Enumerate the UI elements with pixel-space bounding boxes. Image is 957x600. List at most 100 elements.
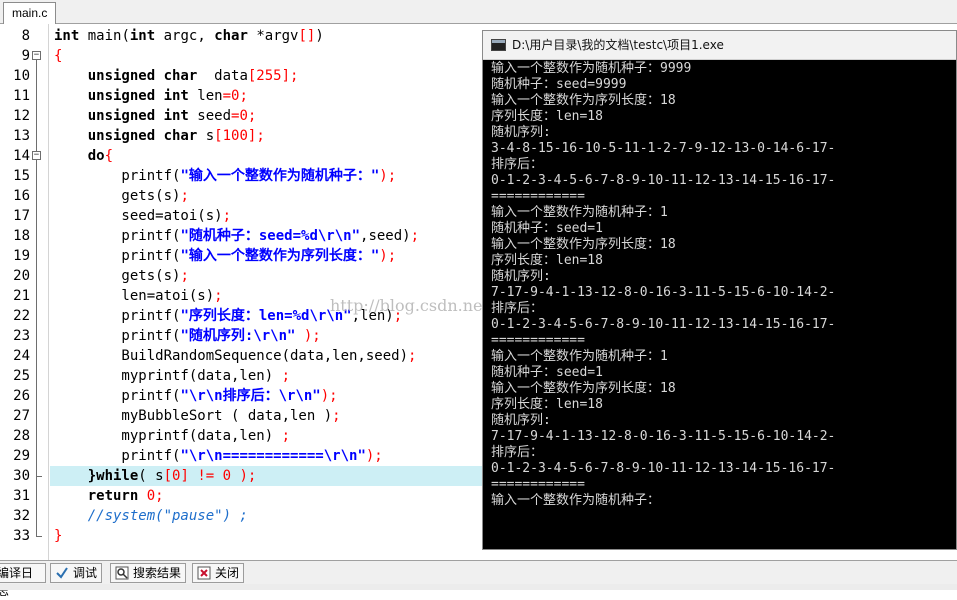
console-line: 随机种子：seed=9999: [491, 77, 627, 92]
code-token: );: [231, 468, 257, 484]
console-line: 输入一个整数作为序列长度：18: [491, 237, 676, 252]
code-token: {: [104, 148, 114, 164]
line-number: 13: [13, 128, 30, 144]
code-token: myprintf(data,len): [54, 368, 282, 384]
code-token: );: [379, 248, 397, 264]
code-token: {: [54, 48, 63, 64]
line-number: 28: [13, 428, 30, 444]
tab-search-results-label: 搜索结果: [133, 566, 182, 580]
console-line: 随机种子：seed=1: [491, 221, 603, 236]
line-number: 18: [13, 228, 30, 244]
code-token: "随机种子：seed=%d\r\n": [180, 228, 361, 244]
line-number: 27: [13, 408, 30, 424]
code-token: printf(: [54, 168, 181, 184]
console-line: 排序后：: [491, 301, 544, 316]
search-icon: [115, 566, 129, 580]
line-number: 20: [13, 268, 30, 284]
code-token: main(: [79, 28, 130, 44]
code-token: ;: [155, 488, 164, 504]
tab-close[interactable]: 关闭: [192, 563, 245, 583]
line-number: 22: [13, 308, 30, 324]
console-line: 序列长度：len=18: [491, 253, 603, 268]
code-token: do: [87, 148, 105, 164]
code-token: printf(: [54, 328, 181, 344]
console-line: 输入一个整数作为序列长度：18: [491, 93, 676, 108]
tab-debug[interactable]: 调试: [50, 563, 103, 583]
code-token: =0: [222, 88, 240, 104]
code-token: [0]: [163, 468, 189, 484]
code-token: gets(s): [54, 188, 181, 204]
check-icon: [55, 566, 69, 580]
code-token: );: [320, 388, 338, 404]
line-number: 14: [13, 148, 30, 164]
code-token: return: [87, 488, 139, 504]
code-token: );: [379, 168, 397, 184]
code-token: unsigned char: [87, 68, 198, 84]
editor-tab-bar: main.c: [0, 0, 957, 24]
line-number: 25: [13, 368, 30, 384]
code-token: seed=atoi(s): [54, 208, 223, 224]
code-token: "\r\n排序后：\r\n": [180, 388, 321, 404]
code-token: "输入一个整数作为序列长度：": [180, 248, 380, 264]
console-line: 输入一个整数作为随机种子：9999: [491, 61, 692, 76]
console-line: 7-17-9-4-1-13-12-8-0-16-3-11-5-15-6-10-1…: [491, 429, 836, 444]
console-app-icon: [491, 39, 506, 51]
line-number: 33: [13, 528, 30, 544]
fold-guide-main: [36, 60, 37, 536]
line-number: 24: [13, 348, 30, 364]
code-token: int: [129, 28, 156, 44]
code-token: unsigned int: [87, 108, 189, 124]
code-token: argc,: [155, 28, 215, 44]
code-token: s: [197, 128, 215, 144]
line-number: 30: [13, 468, 30, 484]
code-token: ): [315, 28, 324, 44]
console-line: 随机序列:: [491, 413, 551, 428]
console-line: ============: [491, 189, 585, 204]
line-number: 26: [13, 388, 30, 404]
code-token: !=: [197, 468, 215, 484]
line-number: 9: [21, 48, 30, 64]
code-token: ;: [410, 228, 420, 244]
console-line: 序列长度：len=18: [491, 397, 603, 412]
status-strip: [0, 584, 957, 590]
code-token: ;: [281, 428, 291, 444]
code-token: printf(: [54, 448, 181, 464]
tab-main-c[interactable]: main.c: [3, 2, 57, 24]
code-token: =0: [231, 108, 248, 124]
tab-debug-label: 调试: [73, 566, 98, 580]
tab-compile-log[interactable]: 编译日志: [0, 563, 46, 598]
code-token: ( s: [138, 468, 164, 484]
code-token: data: [197, 68, 248, 84]
code-token: ;: [214, 288, 223, 304]
tab-compile-log-label: 编译日志: [0, 566, 34, 598]
console-line: 3-4-8-15-16-10-5-11-1-2-7-9-12-13-0-14-6…: [491, 141, 836, 156]
console-window[interactable]: D:\用户目录\我的文档\testc\项目1.exe 输入一个整数作为随机种子：…: [482, 30, 957, 550]
console-line: 输入一个整数作为随机种子：1: [491, 205, 668, 220]
console-titlebar[interactable]: D:\用户目录\我的文档\testc\项目1.exe: [483, 31, 956, 60]
console-line: 排序后：: [491, 445, 544, 460]
line-number: 29: [13, 448, 30, 464]
console-output: 输入一个整数作为随机种子：9999 随机种子：seed=9999 输入一个整数作为序…: [491, 61, 956, 509]
code-token: ;: [247, 108, 257, 124]
line-number: 21: [13, 288, 30, 304]
close-icon: [197, 566, 211, 580]
code-token: printf(: [54, 228, 181, 244]
line-number: 23: [13, 328, 30, 344]
fold-toggle-main-icon[interactable]: −: [32, 51, 41, 60]
console-line: 输入一个整数作为随机种子：1: [491, 349, 668, 364]
code-token: unsigned char: [87, 128, 198, 144]
code-token: myBubbleSort ( data,len ): [54, 408, 333, 424]
code-token: ;: [290, 68, 299, 84]
line-number: 32: [13, 508, 30, 524]
console-line: 随机序列:: [491, 125, 551, 140]
tab-search-results[interactable]: 搜索结果: [110, 563, 187, 583]
fold-toggle-do-icon[interactable]: −: [32, 151, 41, 160]
